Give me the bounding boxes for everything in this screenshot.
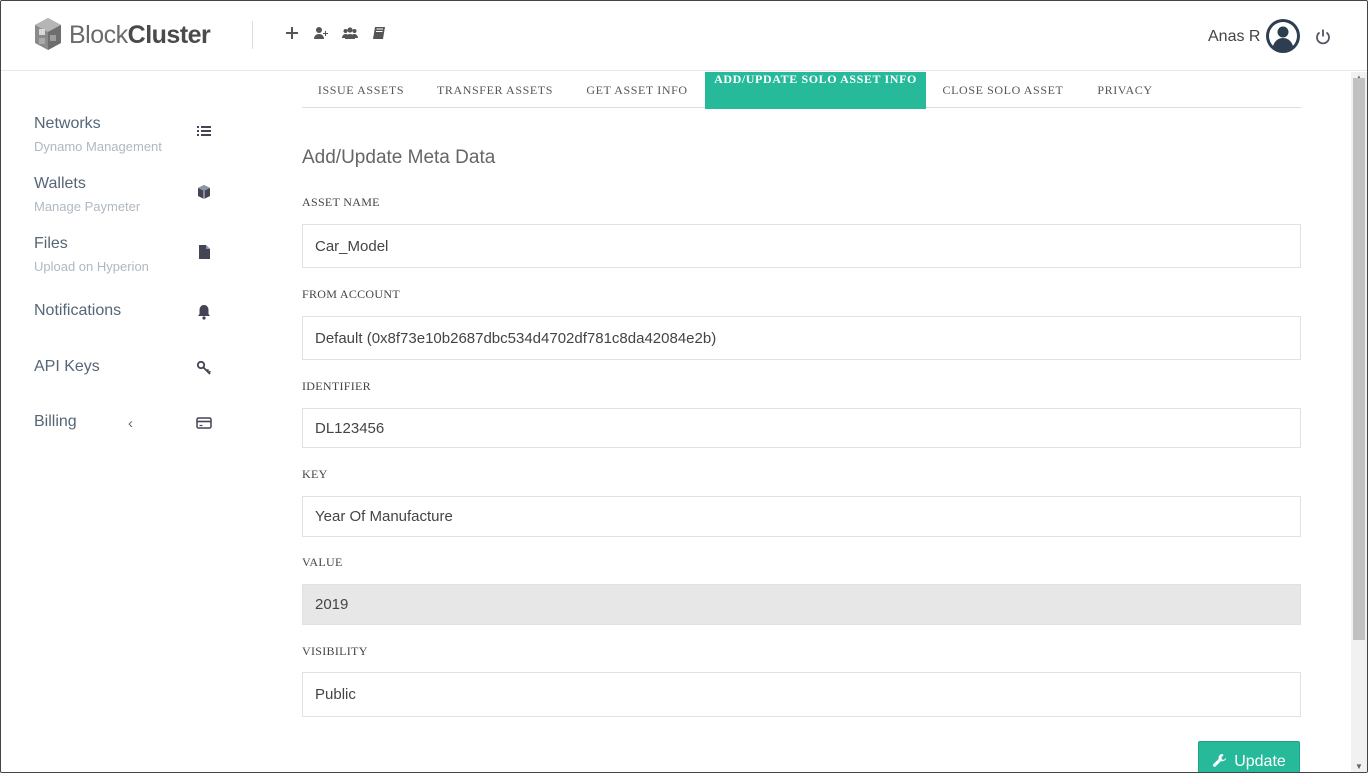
power-logout-icon[interactable] (1314, 28, 1332, 46)
header-quick-actions (284, 25, 387, 41)
scrollbar-thumb[interactable] (1353, 78, 1365, 640)
identifier-label: IDENTIFIER (302, 379, 371, 393)
value-label: VALUE (302, 555, 343, 569)
from-account-select[interactable]: Default (0x8f73e10b2687dbc534d4702df781c… (302, 316, 1301, 360)
header-divider (252, 21, 253, 49)
wrench-icon (1213, 753, 1227, 767)
book-icon[interactable] (371, 25, 387, 41)
users-icon[interactable] (342, 25, 358, 41)
credit-card-icon (196, 417, 212, 429)
add-user-icon[interactable] (313, 25, 329, 41)
sidebar-item-notifications[interactable]: Notifications (34, 302, 224, 320)
key-icon (196, 360, 211, 375)
identifier-input[interactable]: DL123456 (302, 408, 1301, 448)
app-window: BlockCluster Anas R Networks Dynamo Mana… (0, 0, 1368, 773)
from-account-label: FROM ACCOUNT (302, 287, 400, 301)
blockcluster-logo-icon (35, 18, 61, 50)
sidebar-item-billing[interactable]: Billing ‹ (34, 413, 224, 432)
tab-get-asset-info[interactable]: GET ASSET INFO (574, 72, 700, 108)
sidebar-item-networks[interactable]: Networks Dynamo Management (34, 115, 224, 154)
list-icon (197, 126, 211, 136)
scroll-down-arrow-icon[interactable]: ▼ (1355, 762, 1363, 771)
tab-transfer-assets[interactable]: TRANSFER ASSETS (430, 72, 560, 108)
update-button-label: Update (1234, 753, 1286, 770)
brand-name-light: Block (69, 20, 128, 49)
plus-icon[interactable] (284, 25, 300, 41)
visibility-label: VISIBILITY (302, 644, 368, 658)
value-input[interactable]: 2019 (302, 584, 1301, 625)
form-title: Add/Update Meta Data (302, 147, 496, 168)
sidebar-item-sublabel: Dynamo Management (34, 139, 162, 154)
sidebar-item-files[interactable]: Files Upload on Hyperion (34, 235, 224, 274)
cube-icon (198, 185, 210, 199)
top-header: BlockCluster Anas R (1, 1, 1367, 71)
asset-name-input[interactable]: Car_Model (302, 224, 1301, 268)
bell-icon (198, 305, 210, 320)
user-name[interactable]: Anas R (1208, 28, 1260, 46)
sidebar-item-sublabel: Upload on Hyperion (34, 259, 149, 274)
sidebar-item-api-keys[interactable]: API Keys (34, 358, 224, 376)
asset-tabs: ISSUE ASSETS TRANSFER ASSETS GET ASSET I… (302, 72, 1301, 109)
page-scrollbar[interactable]: ▲ ▼ (1351, 72, 1367, 772)
file-icon (199, 245, 210, 259)
chevron-left-icon[interactable]: ‹ (128, 415, 133, 432)
tab-add-update-solo-asset-info[interactable]: ADD/UPDATE SOLO ASSET INFO (705, 72, 926, 109)
sidebar-nav: Networks Dynamo Management Wallets Manag… (1, 72, 251, 772)
update-button[interactable]: Update (1198, 741, 1300, 772)
key-label: KEY (302, 467, 328, 481)
visibility-select[interactable]: Public (302, 672, 1301, 717)
asset-name-label: ASSET NAME (302, 195, 380, 209)
tab-issue-assets[interactable]: ISSUE ASSETS (302, 72, 420, 108)
brand-name: BlockCluster (69, 20, 211, 50)
brand-name-bold: Cluster (127, 20, 211, 49)
tab-close-solo-asset[interactable]: CLOSE SOLO ASSET (936, 72, 1070, 108)
brand-logo[interactable]: BlockCluster (33, 16, 211, 54)
sidebar-item-sublabel: Manage Paymeter (34, 199, 141, 214)
user-avatar-icon[interactable] (1265, 18, 1301, 54)
sidebar-item-wallets[interactable]: Wallets Manage Paymeter (34, 175, 224, 214)
key-input[interactable]: Year Of Manufacture (302, 496, 1301, 537)
tab-privacy[interactable]: PRIVACY (1088, 72, 1162, 108)
